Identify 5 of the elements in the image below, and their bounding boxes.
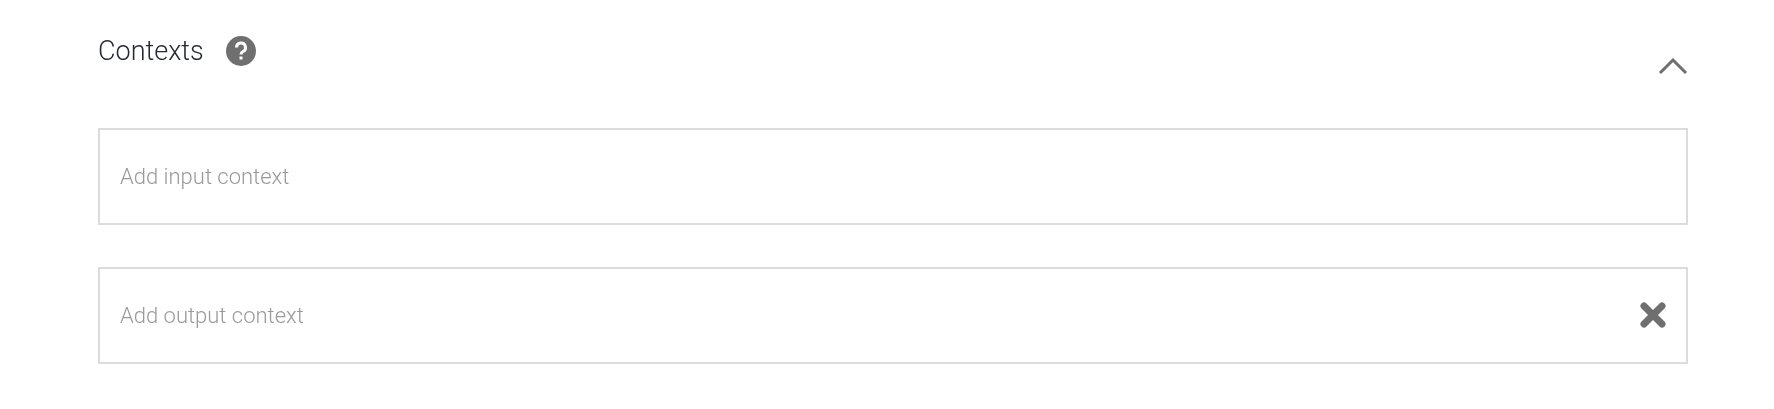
context-field[interactable]: Add output context [98,267,1688,364]
help-icon[interactable] [225,36,256,66]
section-title: Contexts [98,35,204,67]
context-field[interactable]: Add input context [98,128,1688,225]
close-icon[interactable] [1640,302,1666,328]
